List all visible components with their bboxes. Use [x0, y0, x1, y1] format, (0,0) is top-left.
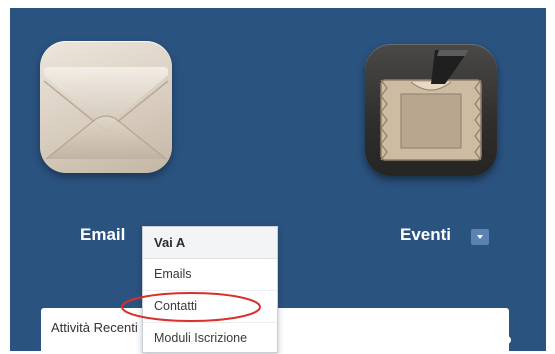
goto-dropdown-menu: Vai A Emails Contatti Moduli Iscrizione [142, 226, 278, 353]
email-app-label[interactable]: Email [80, 225, 125, 245]
menu-item-contatti[interactable]: Contatti [143, 291, 277, 323]
dashboard-panel: Email Eventi Attività Recenti [10, 8, 546, 351]
menu-item-moduli-iscrizione[interactable]: Moduli Iscrizione [143, 323, 277, 354]
menu-item-emails[interactable]: Emails [143, 259, 277, 291]
dropdown-header: Vai A [143, 227, 277, 259]
events-app-label[interactable]: Eventi [400, 225, 451, 245]
envelope-icon [43, 67, 169, 160]
events-app-icon[interactable] [365, 44, 497, 176]
recent-activity-title: Attività Recenti [51, 320, 138, 335]
scroll-indicator[interactable] [503, 336, 511, 344]
ticket-icon [380, 50, 482, 161]
events-dropdown-button[interactable] [471, 229, 489, 245]
email-app-icon[interactable] [40, 41, 172, 173]
